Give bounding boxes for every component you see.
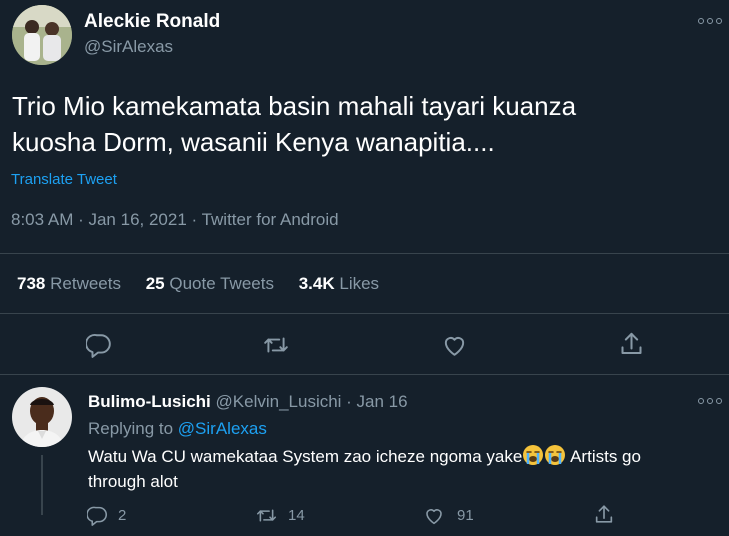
reply-like-count: 91 xyxy=(457,507,474,524)
translate-tweet-link[interactable]: Translate Tweet xyxy=(11,171,117,188)
likes-count: 3.4K xyxy=(298,274,335,293)
replying-to-handle[interactable]: @SirAlexas xyxy=(178,419,267,438)
tweet-timestamp[interactable]: 8:03 AM · Jan 16, 2021 · Twitter for And… xyxy=(11,210,339,230)
share-icon[interactable] xyxy=(593,503,615,526)
reply-icon xyxy=(87,505,108,526)
reply-text: Watu Wa CU wamekataa System zao icheze n… xyxy=(88,444,713,494)
reply-vertical-line xyxy=(41,455,43,515)
retweets-label: Retweets xyxy=(50,274,121,293)
reply-header: Bulimo-Lusichi @Kelvin_Lusichi · Jan 16 xyxy=(88,392,408,412)
replying-to: Replying to @SirAlexas xyxy=(88,419,267,439)
more-options-icon[interactable] xyxy=(698,18,722,24)
tweet-text: Trio Mio kamekamata basin mahali tayari … xyxy=(12,88,576,160)
retweet-icon[interactable] xyxy=(262,332,290,358)
divider xyxy=(0,253,729,254)
retweets-count: 738 xyxy=(17,274,46,293)
replying-to-prefix: Replying to xyxy=(88,419,174,438)
reply-reply-count: 2 xyxy=(118,507,127,524)
reply-retweet-count: 14 xyxy=(288,507,305,524)
reply-author-avatar[interactable] xyxy=(12,387,72,447)
reply-more-options-icon[interactable] xyxy=(698,398,722,404)
author-name[interactable]: Aleckie Ronald xyxy=(84,11,220,33)
reply-retweet-action[interactable]: 14 xyxy=(255,505,305,526)
likes-label: Likes xyxy=(339,274,380,293)
reply-text-start: Watu Wa CU wamekataa System zao icheze n… xyxy=(88,447,523,466)
quote-tweets-count: 25 xyxy=(145,274,165,293)
reply-text-line-2: through alot xyxy=(88,472,178,491)
reply-like-action[interactable]: 91 xyxy=(423,505,474,526)
reply-text-line-1: Watu Wa CU wamekataa System zao icheze n… xyxy=(88,444,713,469)
divider xyxy=(0,374,729,375)
like-icon[interactable] xyxy=(441,332,468,358)
reply-reply-action[interactable]: 2 xyxy=(87,505,126,526)
author-handle[interactable]: @SirAlexas xyxy=(84,37,173,57)
like-icon xyxy=(423,505,445,526)
reply-icon[interactable] xyxy=(86,332,112,358)
reply-text-end: Artists go xyxy=(566,447,641,466)
tweet-stats: 738 Retweets 25 Quote Tweets 3.4K Likes xyxy=(17,274,379,294)
quote-tweets-stat[interactable]: 25 Quote Tweets xyxy=(146,274,279,293)
quote-tweets-label: Quote Tweets xyxy=(169,274,274,293)
crying-face-emoji xyxy=(522,444,544,466)
reply-author-meta[interactable]: @Kelvin_Lusichi · Jan 16 xyxy=(216,392,408,411)
share-icon[interactable] xyxy=(618,330,645,358)
author-avatar[interactable] xyxy=(12,5,72,65)
divider xyxy=(0,313,729,314)
retweet-icon xyxy=(255,505,278,526)
retweets-stat[interactable]: 738 Retweets xyxy=(17,274,126,293)
tweet-text-line-2: kuosha Dorm, wasanii Kenya wanapitia.... xyxy=(12,127,495,157)
likes-stat[interactable]: 3.4K Likes xyxy=(299,274,379,293)
tweet-text-line-1: Trio Mio kamekamata basin mahali tayari … xyxy=(12,91,577,121)
reply-author-name[interactable]: Bulimo-Lusichi xyxy=(88,392,211,411)
crying-face-emoji xyxy=(544,444,566,466)
